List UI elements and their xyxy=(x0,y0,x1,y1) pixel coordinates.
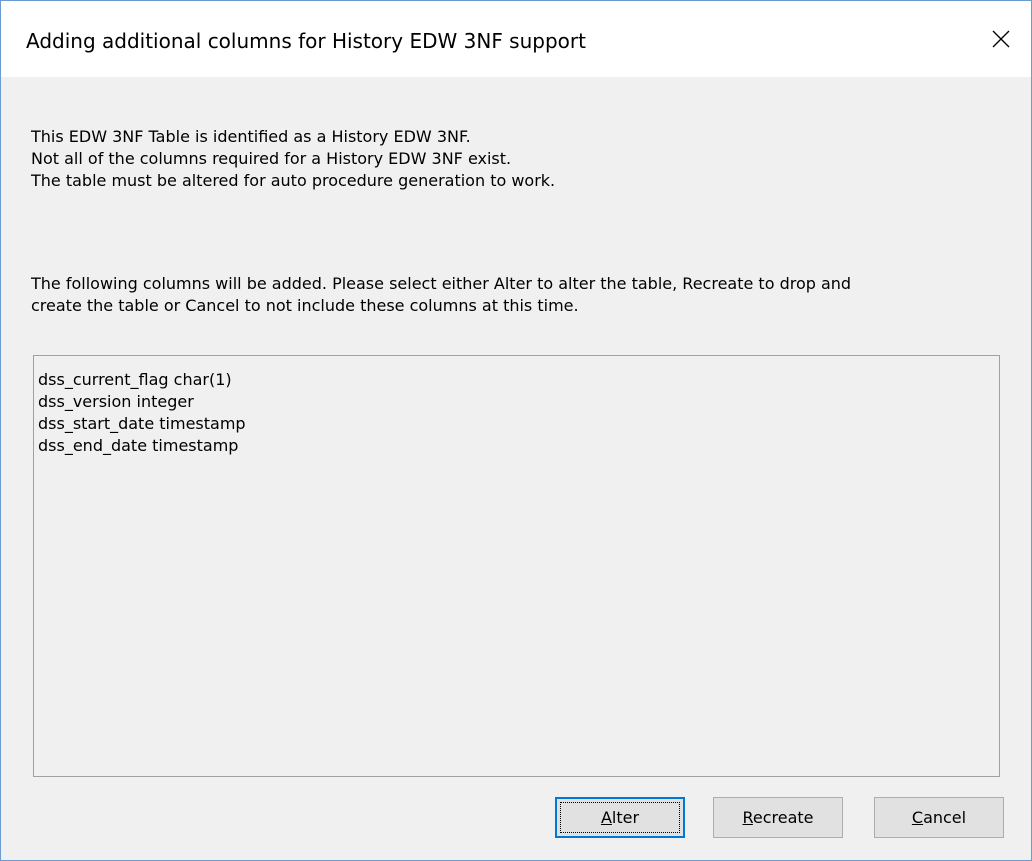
alter-button[interactable]: Alter xyxy=(555,797,685,838)
instruction-message: The following columns will be added. Ple… xyxy=(31,273,851,317)
list-item[interactable]: dss_start_date timestamp xyxy=(38,413,999,435)
focus-ring xyxy=(560,802,680,833)
instruction-line: The following columns will be added. Ple… xyxy=(31,274,852,293)
title-bar: Adding additional columns for History ED… xyxy=(1,1,1031,77)
cancel-button-label: Cancel xyxy=(911,808,967,827)
instruction-line: create the table or Cancel to not includ… xyxy=(31,296,579,315)
recreate-button-label: Recreate xyxy=(742,808,814,827)
intro-message: This EDW 3NF Table is identified as a Hi… xyxy=(31,126,555,192)
close-button[interactable] xyxy=(971,1,1031,77)
intro-line: Not all of the columns required for a Hi… xyxy=(31,149,512,168)
cancel-button[interactable]: Cancel xyxy=(874,797,1004,838)
dialog-title: Adding additional columns for History ED… xyxy=(26,29,586,53)
list-item[interactable]: dss_current_flag char(1) xyxy=(38,369,999,391)
list-item[interactable]: dss_end_date timestamp xyxy=(38,435,999,457)
list-item[interactable]: dss_version integer xyxy=(38,391,999,413)
close-icon xyxy=(992,30,1010,48)
dialog-window: Adding additional columns for History ED… xyxy=(0,0,1032,861)
recreate-button[interactable]: Recreate xyxy=(713,797,843,838)
intro-line: This EDW 3NF Table is identified as a Hi… xyxy=(31,127,471,146)
columns-listbox[interactable]: dss_current_flag char(1) dss_version int… xyxy=(33,355,1000,777)
intro-line: The table must be altered for auto proce… xyxy=(31,171,556,190)
